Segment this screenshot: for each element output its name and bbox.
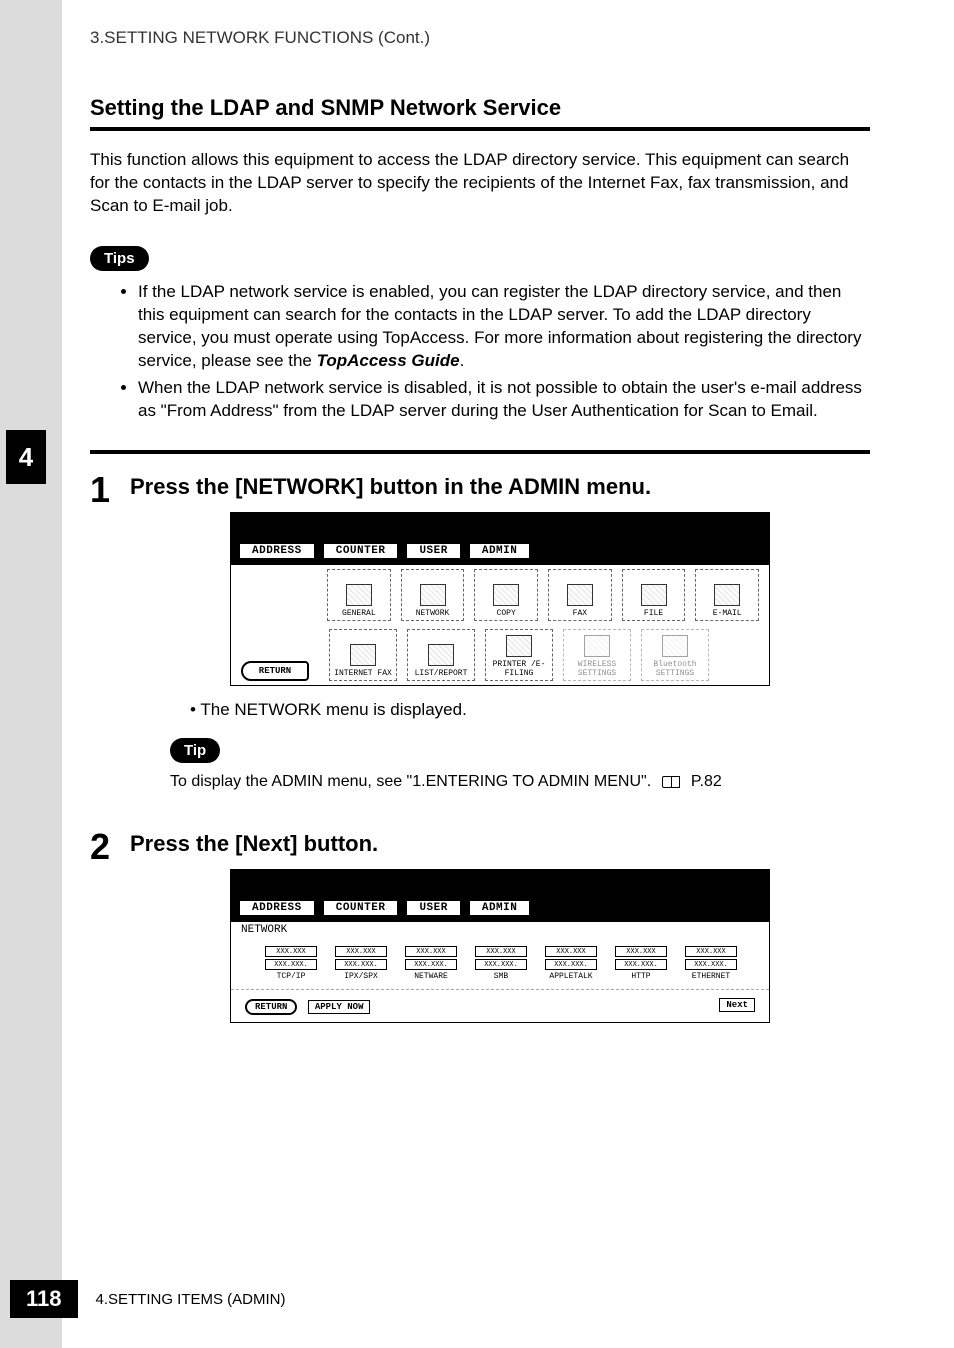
- tip-item: When the LDAP network service is disable…: [138, 377, 870, 423]
- page-number: 118: [10, 1280, 78, 1318]
- tip-suffix: .: [460, 351, 465, 370]
- net-tcpip-button[interactable]: XXX.XXXXXX.XXX.TCP/IP: [259, 946, 323, 981]
- ui-tab-user[interactable]: USER: [406, 900, 460, 916]
- breadcrumb: 3.SETTING NETWORK FUNCTIONS (Cont.): [90, 28, 430, 48]
- book-icon: [662, 776, 680, 788]
- admin-listreport-button[interactable]: LIST/REPORT: [407, 629, 475, 681]
- admin-fax-button[interactable]: FAX: [548, 569, 612, 621]
- step-title: Press the [NETWORK] button in the ADMIN …: [130, 474, 870, 500]
- net-smb-button[interactable]: XXX.XXXXXX.XXX.SMB: [469, 946, 533, 981]
- tip-reference: To display the ADMIN menu, see "1.ENTERI…: [170, 773, 870, 791]
- step-1: 1 Press the [NETWORK] button in the ADMI…: [90, 472, 870, 815]
- screenshot-network-menu: ADDRESS COUNTER USER ADMIN NETWORK XXX.X…: [230, 869, 770, 1023]
- tip-text: If the LDAP network service is enabled, …: [138, 282, 861, 370]
- ui-tab-counter[interactable]: COUNTER: [323, 543, 399, 559]
- ui-tab-user[interactable]: USER: [406, 543, 460, 559]
- footer-text: 4.SETTING ITEMS (ADMIN): [96, 1291, 286, 1308]
- network-subhead: NETWORK: [231, 922, 769, 936]
- tip-text: When the LDAP network service is disable…: [138, 378, 862, 420]
- admin-ifax-button[interactable]: INTERNET FAX: [329, 629, 397, 681]
- net-netware-button[interactable]: XXX.XXXXXX.XXX.NETWARE: [399, 946, 463, 981]
- return-button[interactable]: RETURN: [245, 999, 297, 1015]
- left-margin: [0, 0, 62, 1348]
- ui-tab-counter[interactable]: COUNTER: [323, 900, 399, 916]
- tip-emphasis: TopAccess Guide: [317, 351, 460, 370]
- admin-general-button[interactable]: GENERAL: [327, 569, 391, 621]
- return-button[interactable]: RETURN: [241, 661, 309, 681]
- screenshot-admin-menu: ADDRESS COUNTER USER ADMIN GENERAL NETWO…: [230, 512, 770, 686]
- net-http-button[interactable]: XXX.XXXXXX.XXX.HTTP: [609, 946, 673, 981]
- apply-now-button[interactable]: APPLY NOW: [308, 1000, 371, 1014]
- step-2: 2 Press the [Next] button. ADDRESS COUNT…: [90, 829, 870, 1037]
- admin-bluetooth-button[interactable]: Bluetooth SETTINGS: [641, 629, 709, 681]
- step-result: The NETWORK menu is displayed.: [190, 700, 870, 720]
- net-ipxspx-button[interactable]: XXX.XXXXXX.XXX.IPX/SPX: [329, 946, 393, 981]
- tip-badge: Tip: [170, 738, 220, 763]
- ui-tab-address[interactable]: ADDRESS: [239, 543, 315, 559]
- intro-paragraph: This function allows this equipment to a…: [90, 149, 870, 218]
- admin-file-button[interactable]: FILE: [622, 569, 686, 621]
- step-number: 1: [90, 472, 130, 508]
- tips-list: If the LDAP network service is enabled, …: [138, 281, 870, 423]
- section-title: Setting the LDAP and SNMP Network Servic…: [90, 95, 870, 131]
- ui-tab-admin[interactable]: ADMIN: [469, 900, 531, 916]
- admin-printer-button[interactable]: PRINTER /E-FILING: [485, 629, 553, 681]
- admin-network-button[interactable]: NETWORK: [401, 569, 465, 621]
- admin-copy-button[interactable]: COPY: [474, 569, 538, 621]
- tip-item: If the LDAP network service is enabled, …: [138, 281, 870, 373]
- ui-tab-address[interactable]: ADDRESS: [239, 900, 315, 916]
- net-ethernet-button[interactable]: XXX.XXXXXX.XXX.ETHERNET: [679, 946, 743, 981]
- divider: [90, 450, 870, 454]
- admin-email-button[interactable]: E-MAIL: [695, 569, 759, 621]
- chapter-tab: 4: [0, 420, 62, 484]
- next-button[interactable]: Next: [719, 998, 755, 1012]
- admin-wireless-button[interactable]: WIRELESS SETTINGS: [563, 629, 631, 681]
- ui-tab-admin[interactable]: ADMIN: [469, 543, 531, 559]
- step-number: 2: [90, 829, 130, 865]
- page-footer: 118 4.SETTING ITEMS (ADMIN): [0, 1280, 954, 1318]
- net-appletalk-button[interactable]: XXX.XXXXXX.XXX.APPLETALK: [539, 946, 603, 981]
- tips-badge: Tips: [90, 246, 149, 271]
- step-title: Press the [Next] button.: [130, 831, 870, 857]
